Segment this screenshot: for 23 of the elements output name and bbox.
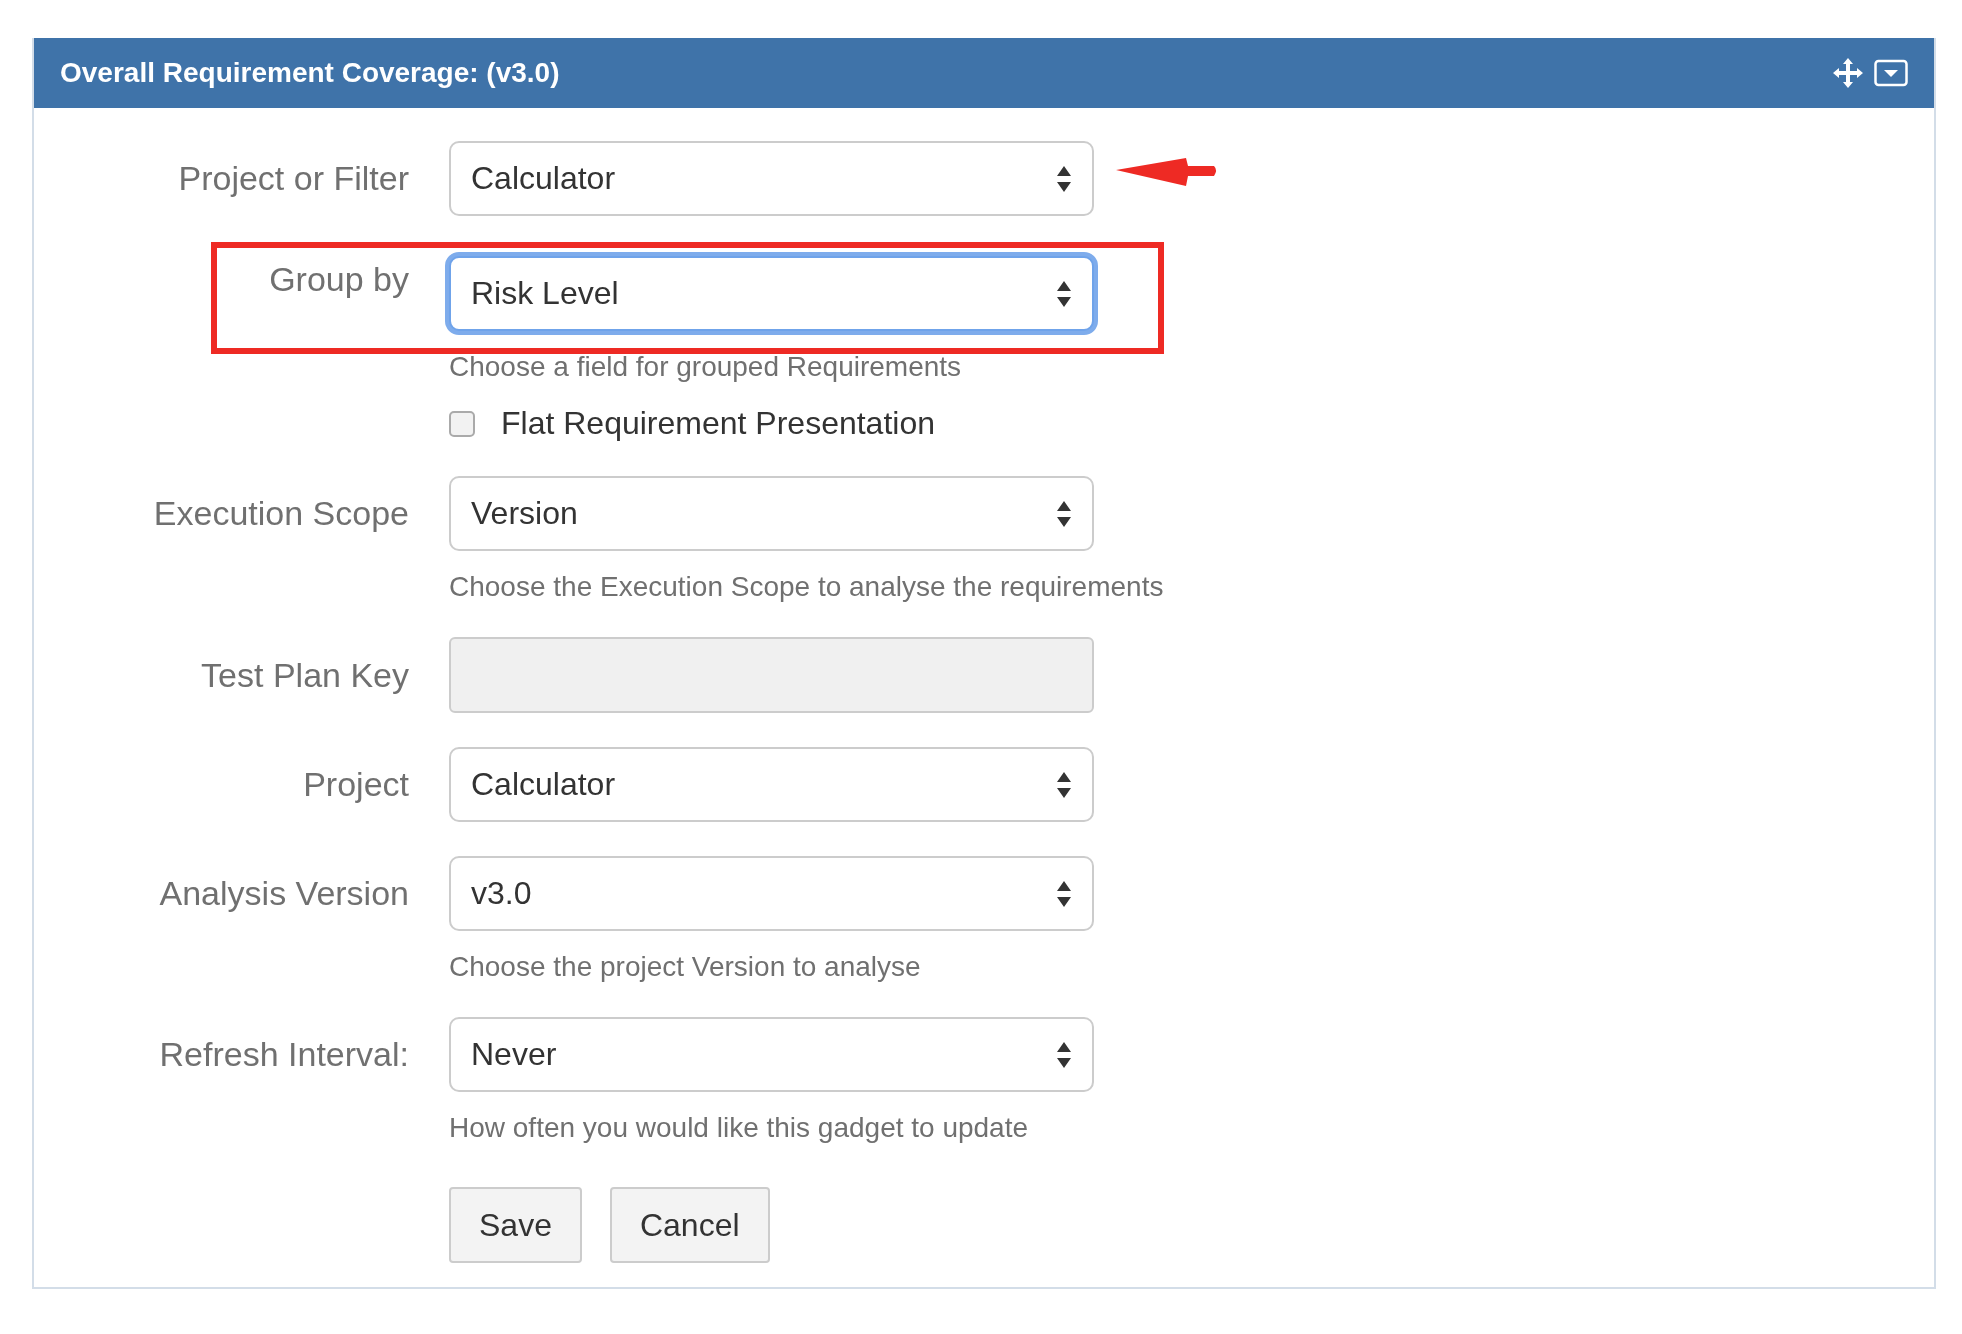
help-text: Choose a field for grouped Requirements bbox=[449, 351, 963, 383]
field-label: Refresh Interval: bbox=[158, 1035, 409, 1074]
move-icon[interactable] bbox=[1832, 57, 1864, 89]
field-label: Test Plan Key bbox=[200, 655, 409, 695]
field-label: Group by bbox=[268, 259, 409, 299]
cancel-button[interactable]: Cancel bbox=[609, 1187, 770, 1263]
checkbox[interactable] bbox=[449, 410, 475, 437]
select-field[interactable]: Calculator bbox=[449, 747, 1094, 822]
select-field[interactable]: Version bbox=[449, 476, 1094, 551]
help-text: Choose the Execution Scope to analyse the requirements bbox=[449, 571, 1165, 603]
select-field[interactable]: v3.0 bbox=[449, 856, 1094, 931]
help-text: How often you would like this gadget to update bbox=[449, 1112, 1030, 1144]
field-label: Project or Filter bbox=[177, 159, 409, 198]
select-field[interactable]: Calculator bbox=[449, 141, 1094, 216]
field-label: Analysis Version bbox=[158, 874, 409, 913]
field-label: Project bbox=[302, 765, 409, 804]
help-text: Choose the project Version to analyse bbox=[449, 951, 922, 983]
field-label: Execution Scope bbox=[152, 494, 409, 533]
save-button[interactable]: Save bbox=[449, 1187, 582, 1263]
panel-title: Overall Requirement Coverage: (v3.0) bbox=[60, 57, 560, 89]
checkbox-label: Flat Requirement Presentation bbox=[501, 405, 935, 442]
dropdown-menu-icon[interactable] bbox=[1874, 58, 1908, 88]
select-field[interactable]: Never bbox=[449, 1017, 1094, 1092]
